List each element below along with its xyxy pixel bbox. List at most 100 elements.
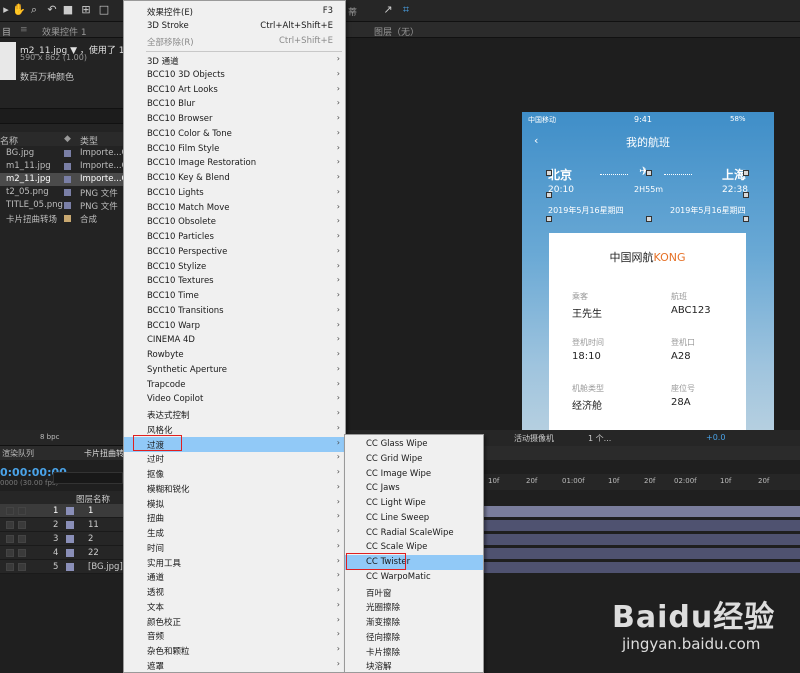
- layer-panel-tab[interactable]: 图层（无）: [374, 25, 419, 38]
- menu-item-distort[interactable]: 扭曲 ›: [124, 510, 345, 525]
- project-item[interactable]: BG.jpg Importe...G: [0, 147, 128, 160]
- menu-item-bcc10-transitions[interactable]: BCC10 Transitions ›: [124, 304, 345, 319]
- lock-toggle[interactable]: [18, 521, 26, 529]
- menu-item-bcc10-perspective[interactable]: BCC10 Perspective ›: [124, 245, 345, 260]
- lock-toggle[interactable]: [18, 563, 26, 571]
- menu-item-rowbyte[interactable]: Rowbyte ›: [124, 348, 345, 363]
- menu-item-bcc10-lights[interactable]: BCC10 Lights ›: [124, 186, 345, 201]
- submenu-item-block-dissolve[interactable]: 块溶解: [345, 658, 483, 673]
- menu-item-bcc10-image-restoration[interactable]: BCC10 Image Restoration ›: [124, 156, 345, 171]
- transform-handle[interactable]: [743, 192, 749, 198]
- menu-item-simulation[interactable]: 模拟 ›: [124, 496, 345, 511]
- menu-item-audio[interactable]: 音频 ›: [124, 628, 345, 643]
- visibility-toggle[interactable]: [6, 521, 14, 529]
- camera-tool-icon[interactable]: ■: [62, 4, 74, 16]
- transform-handle[interactable]: [546, 192, 552, 198]
- project-tab-icon[interactable]: 目: [2, 25, 11, 38]
- menu-item-generate[interactable]: 生成 ›: [124, 525, 345, 540]
- visibility-toggle[interactable]: [6, 549, 14, 557]
- menu-item-bcc10-key-blend[interactable]: BCC10 Key & Blend ›: [124, 171, 345, 186]
- transform-handle[interactable]: [546, 170, 552, 176]
- menu-item-obsolete[interactable]: 过时 ›: [124, 451, 345, 466]
- submenu-item-cc-line-sweep[interactable]: CC Line Sweep: [345, 511, 483, 526]
- menu-item-bcc10-stylize[interactable]: BCC10 Stylize ›: [124, 260, 345, 275]
- submenu-item-gradient-wipe[interactable]: 渐变擦除: [345, 614, 483, 629]
- column-name[interactable]: 名称: [0, 134, 18, 147]
- submenu-item-iris-wipe[interactable]: 光圈擦除: [345, 599, 483, 614]
- menu-item-bcc10-warp[interactable]: BCC10 Warp ›: [124, 319, 345, 334]
- menu-item-expression-controls[interactable]: 表达式控制 ›: [124, 407, 345, 422]
- menu-item-bcc10-match-move[interactable]: BCC10 Match Move ›: [124, 201, 345, 216]
- layer-row[interactable]: 4 22: [0, 546, 123, 560]
- lock-toggle[interactable]: [18, 549, 26, 557]
- menu-item-synthetic-aperture[interactable]: Synthetic Aperture ›: [124, 363, 345, 378]
- submenu-item-cc-grid-wipe[interactable]: CC Grid Wipe: [345, 452, 483, 467]
- submenu-item-cc-radial-scalewipe[interactable]: CC Radial ScaleWipe: [345, 526, 483, 541]
- transform-handle[interactable]: [546, 216, 552, 222]
- project-item[interactable]: t2_05.png PNG 文件: [0, 186, 123, 199]
- menu-item-remove-all[interactable]: 全部移除(R) Ctrl+Shift+E: [124, 34, 345, 49]
- submenu-item-cc-light-wipe[interactable]: CC Light Wipe: [345, 496, 483, 511]
- layer-row[interactable]: 2 11: [0, 518, 123, 532]
- transform-handle[interactable]: [743, 216, 749, 222]
- menu-item-bcc10-particles[interactable]: BCC10 Particles ›: [124, 230, 345, 245]
- menu-item-bcc10-obsolete[interactable]: BCC10 Obsolete ›: [124, 215, 345, 230]
- lock-toggle[interactable]: [18, 535, 26, 543]
- tab-render-queue[interactable]: 渲染队列: [2, 448, 34, 459]
- menu-item-cinema-4d[interactable]: CINEMA 4D ›: [124, 333, 345, 348]
- snap-grid-icon[interactable]: ⌗: [400, 4, 412, 16]
- transform-handle[interactable]: [743, 170, 749, 176]
- menu-item-3d-channel[interactable]: 3D 通道 ›: [124, 53, 345, 68]
- layer-duration-bar[interactable]: [484, 548, 800, 559]
- layer-row[interactable]: 3 2: [0, 532, 123, 546]
- snap-icon[interactable]: ↗: [382, 4, 394, 16]
- menu-item-color-correction[interactable]: 颜色校正 ›: [124, 614, 345, 629]
- project-item[interactable]: TITLE_05.png PNG 文件: [0, 199, 123, 212]
- menu-item-trapcode[interactable]: Trapcode ›: [124, 378, 345, 393]
- active-camera-dropdown[interactable]: 活动摄像机: [514, 433, 554, 444]
- transform-handle[interactable]: [646, 170, 652, 176]
- label-column-icon[interactable]: ◆: [64, 134, 71, 144]
- lock-toggle[interactable]: [18, 507, 26, 515]
- visibility-toggle[interactable]: [6, 507, 14, 515]
- visibility-toggle[interactable]: [6, 563, 14, 571]
- submenu-item-cc-jaws[interactable]: CC Jaws: [345, 481, 483, 496]
- layer-label-color[interactable]: [66, 535, 74, 543]
- phone-preview[interactable]: 中国移动 9:41 58% ‹ 我的航班 北京 上海 ✈ 20:10 2H55m…: [522, 112, 774, 430]
- layer-row[interactable]: 5 [BG.jpg]: [0, 560, 123, 574]
- menu-item-effect-controls[interactable]: 效果控件(E) F3: [124, 4, 345, 19]
- submenu-item-cc-warpomatic[interactable]: CC WarpoMatic: [345, 570, 483, 585]
- project-item-selected[interactable]: m2_11.jpg Importe...G: [0, 173, 128, 186]
- timeline-search-input[interactable]: [53, 472, 123, 484]
- menu-item-channel[interactable]: 通道 ›: [124, 569, 345, 584]
- menu-item-text[interactable]: 文本 ›: [124, 599, 345, 614]
- menu-item-bcc10-color-tone[interactable]: BCC10 Color & Tone ›: [124, 127, 345, 142]
- layer-duration-bar[interactable]: [484, 562, 800, 573]
- label-color-swatch[interactable]: [64, 176, 71, 183]
- menu-item-keying[interactable]: 抠像 ›: [124, 466, 345, 481]
- tab-effects-controls[interactable]: 效果控件 1: [42, 25, 87, 38]
- menu-item-bcc10-3d-objects[interactable]: BCC10 3D Objects ›: [124, 68, 345, 83]
- submenu-item-card-wipe[interactable]: 卡片擦除: [345, 644, 483, 659]
- submenu-item-venetian-blinds[interactable]: 百叶窗: [345, 585, 483, 600]
- label-color-swatch[interactable]: [64, 215, 71, 222]
- menu-item-time[interactable]: 时间 ›: [124, 540, 345, 555]
- label-color-swatch[interactable]: [64, 150, 71, 157]
- label-color-swatch[interactable]: [64, 202, 71, 209]
- menu-item-bcc10-art-looks[interactable]: BCC10 Art Looks ›: [124, 83, 345, 98]
- time-ruler[interactable]: 10f 20f 01:00f 10f 20f 02:00f 10f 20f: [484, 474, 800, 490]
- menu-item-bcc10-film-style[interactable]: BCC10 Film Style ›: [124, 142, 345, 157]
- submenu-item-cc-image-wipe[interactable]: CC Image Wipe: [345, 467, 483, 482]
- project-search-input[interactable]: [0, 108, 123, 124]
- project-item[interactable]: m1_11.jpg Importe...G: [0, 160, 128, 173]
- pointer-tool-icon[interactable]: ▸: [0, 4, 12, 16]
- menu-item-perspective[interactable]: 透视 ›: [124, 584, 345, 599]
- layer-label-color[interactable]: [66, 507, 74, 515]
- menu-item-3d-stroke[interactable]: 3D Stroke Ctrl+Alt+Shift+E: [124, 19, 345, 34]
- label-color-swatch[interactable]: [64, 163, 71, 170]
- menu-item-bcc10-time[interactable]: BCC10 Time ›: [124, 289, 345, 304]
- hand-tool-icon[interactable]: ✋: [12, 4, 26, 16]
- menu-item-blur-sharpen[interactable]: 模糊和锐化 ›: [124, 481, 345, 496]
- submenu-item-cc-glass-wipe[interactable]: CC Glass Wipe: [345, 437, 483, 452]
- menu-item-bcc10-browser[interactable]: BCC10 Browser ›: [124, 112, 345, 127]
